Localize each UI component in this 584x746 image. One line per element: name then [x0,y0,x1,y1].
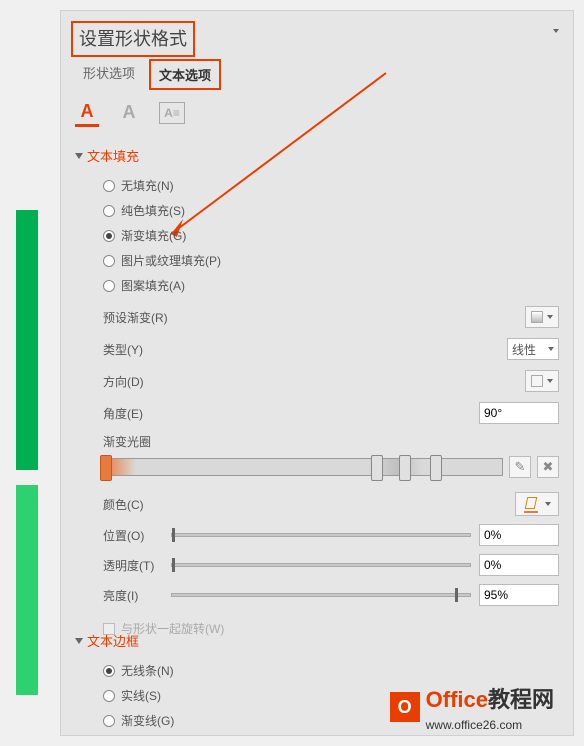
direction-button[interactable] [525,370,559,392]
radio-picture-fill[interactable]: 图片或纹理填充(P) [103,252,559,269]
textbox-icon[interactable]: A≡ [159,102,185,124]
gradient-stop-3[interactable] [399,455,411,481]
color-label: 颜色(C) [103,496,144,513]
position-spinner[interactable] [479,524,559,546]
section-text-fill-label: 文本填充 [87,146,139,165]
text-fill-outline-icon[interactable]: A [75,99,99,127]
text-effects-icon[interactable]: A [117,99,141,127]
radio-solid-fill[interactable]: 纯色填充(S) [103,202,559,219]
section-text-fill[interactable]: 文本填充 [75,146,559,165]
angle-spinner[interactable] [479,402,559,424]
format-shape-panel: 设置形状格式 形状选项 文本选项 A A A≡ 文本填充 无填充(N) 纯色填充… [60,10,574,736]
preset-gradient-button[interactable] [525,306,559,328]
tab-text-options[interactable]: 文本选项 [149,59,221,90]
position-label: 位置(O) [103,527,163,544]
collapse-icon [75,638,83,644]
remove-stop-button[interactable]: ✖ [537,456,559,478]
gradient-stops-label: 渐变光圈 [103,433,559,450]
radio-no-line[interactable]: 无线条(N) [103,662,559,679]
collapse-icon [75,153,83,159]
section-text-border[interactable]: 文本边框 [75,631,559,650]
gradient-stop-4[interactable] [430,455,442,481]
section-text-border-label: 文本边框 [87,631,139,650]
direction-label: 方向(D) [103,373,144,390]
preset-gradient-label: 预设渐变(R) [103,309,168,326]
brightness-label: 亮度(I) [103,587,163,604]
brightness-spinner[interactable] [479,584,559,606]
gradient-stops-bar[interactable] [103,458,503,476]
transparency-spinner[interactable] [479,554,559,576]
transparency-label: 透明度(T) [103,557,163,574]
angle-label: 角度(E) [103,405,143,422]
radio-no-fill[interactable]: 无填充(N) [103,177,559,194]
type-label: 类型(Y) [103,341,143,358]
radio-pattern-fill[interactable]: 图案填充(A) [103,277,559,294]
radio-gradient-fill[interactable]: 渐变填充(G) [103,227,559,244]
gradient-stop-1[interactable] [100,455,112,481]
bucket-icon [524,497,538,511]
watermark: O Office教程网 www.office26.com [390,682,554,732]
brightness-slider[interactable] [171,593,471,597]
office-logo-icon: O [390,692,420,722]
transparency-slider[interactable] [171,563,471,567]
position-slider[interactable] [171,533,471,537]
gradient-stop-2[interactable] [371,455,383,481]
add-stop-button[interactable]: ✎ [509,456,531,478]
color-picker-button[interactable] [515,492,559,516]
type-combo[interactable]: 线性 [507,338,559,360]
panel-dropdown[interactable] [549,29,559,33]
tab-shape-options[interactable]: 形状选项 [75,59,143,90]
panel-title: 设置形状格式 [79,29,187,49]
panel-title-highlight: 设置形状格式 [71,21,195,57]
left-accent [0,210,38,696]
